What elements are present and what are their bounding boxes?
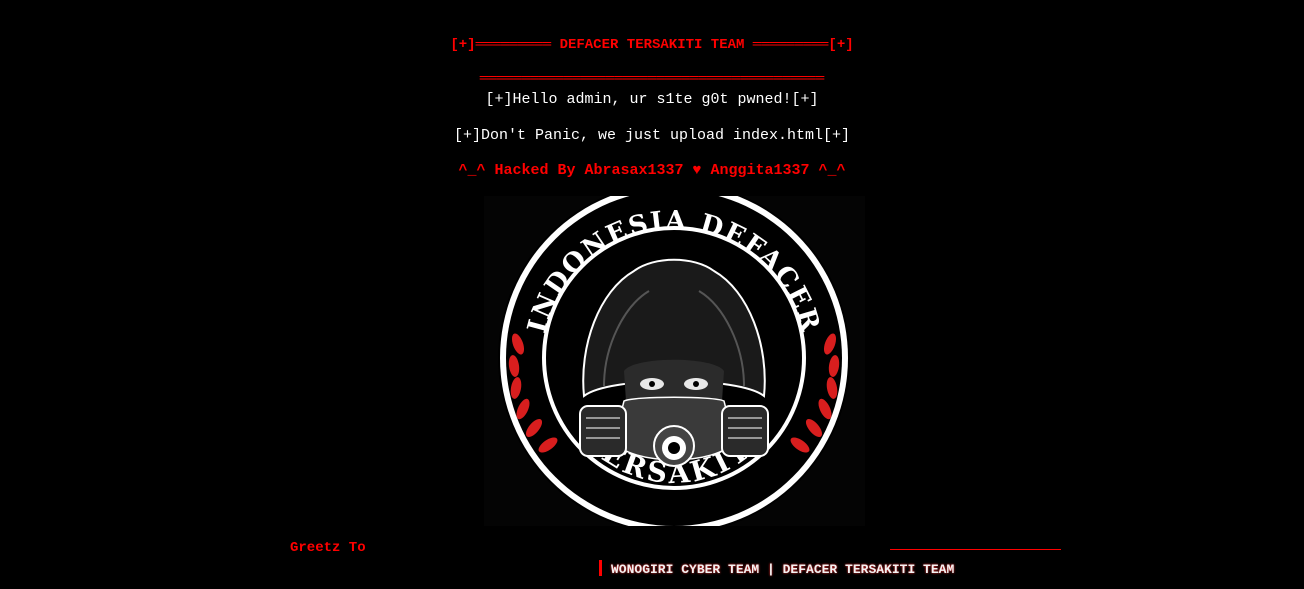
team-logo: INDONESIA DEFACER TERSAKITI (484, 182, 865, 534)
panic-message: [+]Don't Panic, we just upload index.htm… (453, 127, 851, 144)
team-logo-emblem: INDONESIA DEFACER TERSAKITI (498, 182, 850, 534)
title-divider: ════════════════════════════════════════… (479, 71, 825, 87)
hacked-by-message: ^_^ Hacked By Abrasax1337 ♥ Anggita1337 … (458, 162, 846, 179)
greetz-marquee-text: WONOGIRI CYBER TEAM | DEFACER TERSAKITI … (611, 562, 955, 577)
marquee-separator (599, 560, 602, 576)
deface-page: [+]═════════ DEFACER TERSAKITI TEAM ════… (0, 0, 1304, 589)
team-title: [+]═════════ DEFACER TERSAKITI TEAM ════… (450, 37, 854, 53)
greetz-label: Greetz To (290, 540, 366, 556)
greetz-rule (890, 549, 1061, 550)
greetz-marquee: WONOGIRI CYBER TEAM | DEFACER TERSAKITI … (599, 560, 1013, 578)
hello-message: [+]Hello admin, ur s1te g0t pwned![+] (485, 91, 819, 108)
